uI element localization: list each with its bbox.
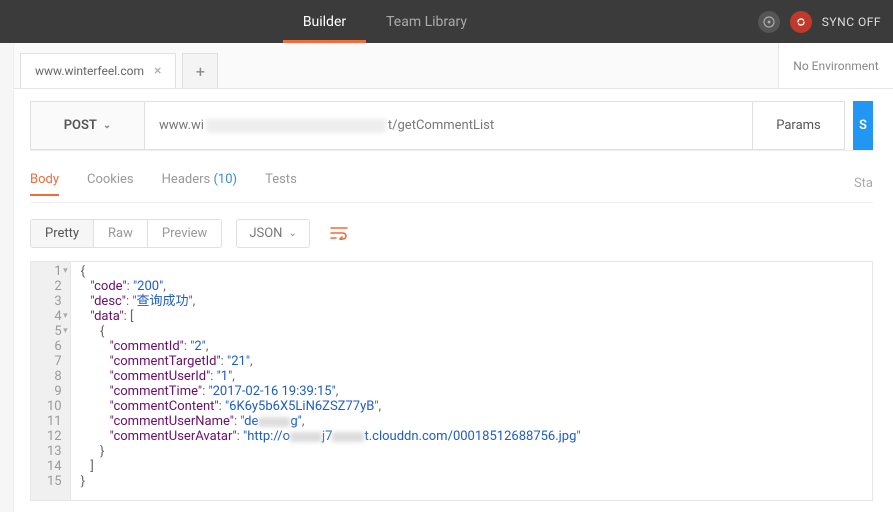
tab-builder[interactable]: Builder (283, 0, 366, 43)
line-gutter: 123456789101112131415 (31, 262, 71, 500)
tab-team-library[interactable]: Team Library (366, 0, 487, 43)
view-preview[interactable]: Preview (148, 220, 221, 247)
request-tab[interactable]: www.winterfeel.com × (20, 53, 176, 88)
subtab-headers[interactable]: Headers (10) (162, 172, 237, 195)
app-header: Builder Team Library SYNC OFF (0, 0, 893, 43)
close-icon[interactable]: × (154, 63, 161, 79)
format-label: JSON (249, 226, 282, 241)
environment-selector[interactable]: No Environment (778, 43, 893, 88)
view-row: Pretty Raw Preview JSON ⌄ (30, 213, 873, 253)
response-subtabs: Body Cookies Headers (10) Tests Sta (30, 165, 873, 203)
subtab-body[interactable]: Body (30, 172, 59, 196)
method-selector[interactable]: POST ⌄ (30, 101, 145, 150)
subtab-tests[interactable]: Tests (265, 172, 297, 195)
params-button[interactable]: Params (753, 101, 845, 150)
url-input[interactable]: www.wi t/getCommentList (145, 101, 753, 150)
request-tabs-row: www.winterfeel.com × + No Environment (0, 43, 893, 89)
response-body: 123456789101112131415 { "code": "200", "… (30, 261, 873, 501)
chevron-down-icon: ⌄ (288, 228, 296, 239)
url-redacted (206, 119, 386, 133)
request-url-row: POST ⌄ www.wi t/getCommentList Params S (30, 101, 873, 151)
subtab-cookies[interactable]: Cookies (87, 172, 134, 195)
header-tabs: Builder Team Library (12, 0, 758, 43)
url-suffix: t/getCommentList (388, 118, 494, 133)
add-tab-button[interactable]: + (182, 53, 218, 88)
code-content[interactable]: { "code": "200", "desc": "查询成功", "data":… (71, 262, 591, 500)
send-button[interactable]: S (853, 101, 873, 150)
sync-label: SYNC OFF (822, 15, 881, 29)
subtab-headers-count: (10) (213, 172, 237, 187)
sync-icon[interactable] (790, 11, 812, 33)
status-text: Sta (854, 176, 873, 191)
method-label: POST (64, 118, 97, 133)
capture-icon[interactable] (758, 11, 780, 33)
header-right: SYNC OFF (758, 11, 881, 33)
view-raw[interactable]: Raw (94, 220, 148, 247)
chevron-down-icon: ⌄ (103, 120, 111, 131)
view-pretty[interactable]: Pretty (31, 220, 94, 247)
app-left-strip (0, 43, 14, 512)
format-selector[interactable]: JSON ⌄ (236, 219, 310, 248)
view-mode-group: Pretty Raw Preview (30, 219, 222, 248)
url-prefix: www.wi (159, 118, 204, 133)
wrap-lines-icon[interactable] (324, 218, 354, 248)
request-tab-label: www.winterfeel.com (35, 64, 144, 78)
subtab-headers-label: Headers (162, 172, 211, 187)
